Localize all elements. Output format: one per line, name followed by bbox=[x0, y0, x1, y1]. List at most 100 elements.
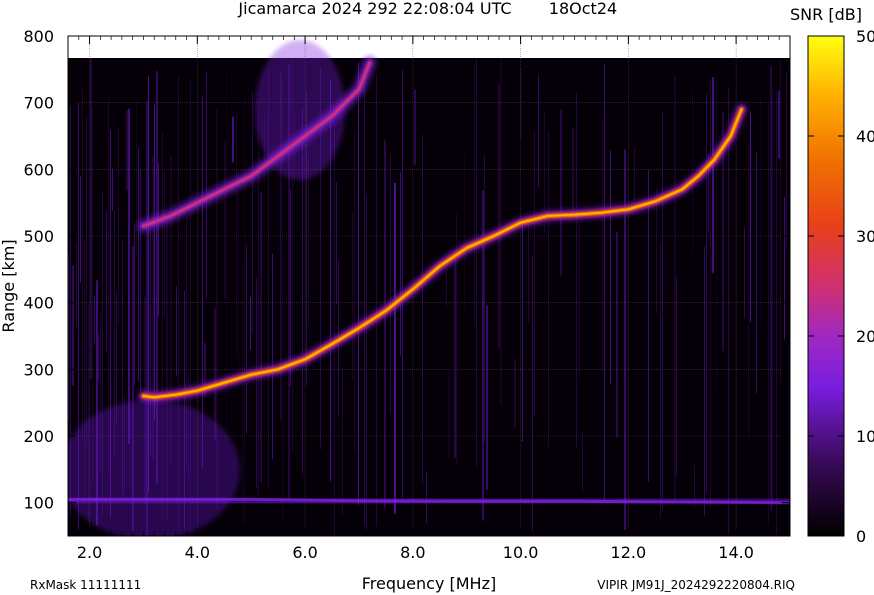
y-tick-label: 500 bbox=[23, 227, 54, 246]
noise-stripe bbox=[778, 90, 780, 159]
ionogram: 2.0 4.0 6.0 8.0 10.0 12.0 14.0 100200300400500… bbox=[0, 0, 874, 593]
noise-stripe bbox=[112, 168, 113, 212]
noise-stripe bbox=[760, 98, 761, 325]
noise-stripe bbox=[164, 173, 165, 317]
noise-stripe bbox=[138, 146, 139, 382]
noise-stripe bbox=[384, 140, 386, 509]
noise-stripe bbox=[238, 175, 239, 376]
noise-stripe bbox=[486, 305, 488, 490]
noise-stripe bbox=[772, 88, 773, 509]
noise-stripe bbox=[422, 134, 423, 484]
noise-stripe bbox=[576, 92, 577, 448]
x-tick-label: 8.0 bbox=[400, 543, 425, 562]
noise-stripe bbox=[582, 432, 583, 492]
colorbar-tick-label: 10 bbox=[856, 427, 874, 446]
noise-stripe bbox=[140, 168, 141, 392]
noise-stripe bbox=[232, 116, 234, 163]
noise-stripe bbox=[454, 251, 456, 459]
x-tick-label: 12.0 bbox=[611, 543, 647, 562]
noise-stripe bbox=[706, 93, 707, 494]
low-frequency-glow bbox=[68, 400, 240, 536]
noise-stripe bbox=[334, 121, 335, 536]
noise-stripe bbox=[80, 176, 81, 283]
noise-stripe bbox=[604, 64, 605, 501]
noise-stripe bbox=[272, 253, 273, 460]
file-name-label: VIPIR JM91J_2024292220804.RIQ bbox=[597, 578, 795, 592]
x-tick-label: 4.0 bbox=[185, 543, 210, 562]
noise-stripe bbox=[236, 112, 237, 355]
noise-stripe bbox=[154, 104, 155, 421]
noise-stripe bbox=[610, 150, 611, 384]
noise-stripe bbox=[94, 295, 95, 345]
colorbar-label: SNR [dB] bbox=[790, 5, 862, 24]
noise-stripe bbox=[126, 109, 128, 191]
noise-stripe bbox=[308, 152, 309, 328]
noise-stripe bbox=[522, 224, 523, 442]
noise-stripe bbox=[676, 278, 677, 476]
noise-stripe bbox=[242, 263, 243, 523]
noise-stripe bbox=[710, 79, 711, 509]
noise-stripe bbox=[784, 196, 785, 340]
noise-stripe bbox=[390, 153, 391, 414]
y-axis-label: Range [km] bbox=[0, 239, 18, 332]
y-tick-label: 300 bbox=[23, 360, 54, 379]
noise-stripe bbox=[128, 108, 130, 444]
noise-stripe bbox=[98, 334, 99, 381]
noise-stripe bbox=[106, 210, 107, 353]
noise-stripe bbox=[260, 191, 262, 482]
noise-stripe bbox=[476, 58, 477, 469]
noise-stripe bbox=[744, 227, 745, 319]
noise-stripe bbox=[202, 95, 203, 469]
noise-stripe bbox=[376, 74, 377, 527]
noise-stripe bbox=[246, 244, 247, 435]
noise-stripe bbox=[342, 366, 343, 515]
noise-stripe bbox=[90, 58, 92, 379]
noise-stripe bbox=[756, 152, 757, 395]
noise-stripe bbox=[528, 221, 529, 323]
noise-stripe bbox=[780, 61, 781, 384]
noise-stripe bbox=[76, 242, 77, 329]
noise-stripe bbox=[572, 127, 574, 216]
noise-stripe bbox=[674, 75, 676, 504]
colorbar-tick-label: 20 bbox=[856, 327, 874, 346]
noise-stripe bbox=[82, 85, 83, 442]
noise-stripe bbox=[578, 222, 580, 378]
noise-stripe bbox=[548, 130, 549, 448]
noise-stripe bbox=[206, 71, 207, 299]
y-tick-label: 600 bbox=[23, 160, 54, 179]
noise-stripe bbox=[602, 119, 603, 372]
noise-stripe bbox=[394, 182, 396, 514]
noise-stripe bbox=[352, 211, 353, 382]
noise-stripe bbox=[776, 91, 777, 535]
noise-stripe bbox=[768, 103, 769, 526]
noise-stripe bbox=[464, 153, 465, 309]
noise-stripe bbox=[414, 89, 416, 165]
noise-stripe bbox=[176, 286, 177, 376]
noise-stripe bbox=[770, 65, 772, 511]
noise-stripe bbox=[634, 146, 635, 202]
noise-stripe bbox=[400, 172, 401, 357]
noise-stripe bbox=[446, 265, 447, 307]
y-tick-label: 200 bbox=[23, 427, 54, 446]
noise-stripe bbox=[560, 109, 562, 276]
x-axis-label: Frequency [MHz] bbox=[362, 574, 496, 593]
noise-stripe bbox=[364, 78, 365, 525]
rx-mask-label: RxMask 11111111 bbox=[30, 578, 141, 592]
noise-stripe bbox=[252, 91, 253, 334]
noise-stripe bbox=[250, 296, 251, 351]
noise-stripe bbox=[402, 69, 403, 498]
colorbar-tick-label: 40 bbox=[856, 127, 874, 146]
colorbar-tick-label: 0 bbox=[856, 527, 866, 546]
y-tick-label: 100 bbox=[23, 494, 54, 513]
noise-stripe bbox=[354, 131, 355, 453]
noise-stripe bbox=[226, 66, 227, 462]
noise-stripe bbox=[86, 117, 87, 448]
noise-stripe bbox=[534, 130, 535, 418]
plot-date: 18Oct24 bbox=[549, 0, 617, 18]
noise-stripe bbox=[366, 195, 367, 530]
noise-stripe bbox=[134, 224, 135, 386]
noise-stripe bbox=[616, 231, 618, 438]
colorbar-tick-label: 50 bbox=[856, 27, 874, 46]
noise-stripe bbox=[716, 71, 717, 392]
noise-stripe bbox=[158, 162, 159, 317]
